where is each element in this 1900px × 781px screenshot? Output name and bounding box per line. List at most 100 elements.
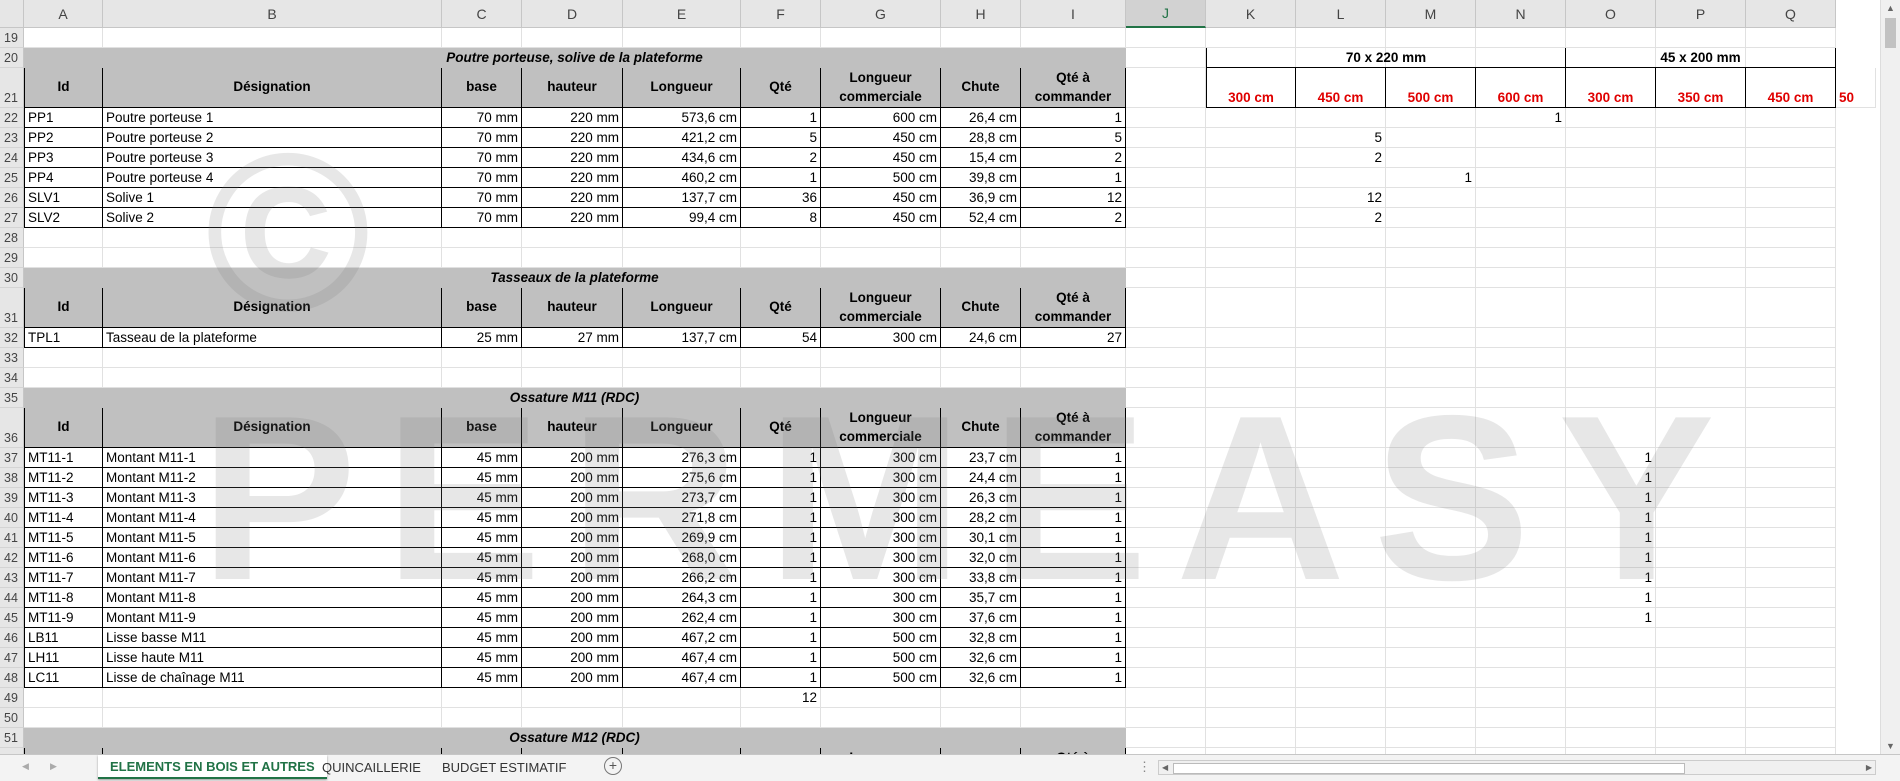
value-cell[interactable]: 573,6 cm	[623, 108, 741, 128]
empty-cell[interactable]	[1476, 208, 1566, 228]
column-header-j[interactable]: J	[1126, 0, 1206, 28]
header-qte_cmd[interactable]: Qté à commander	[1021, 408, 1126, 448]
value-cell[interactable]: 1	[1021, 448, 1126, 468]
value-cell[interactable]: 35,7 cm	[941, 588, 1021, 608]
header-longueur[interactable]: Longueur	[623, 68, 741, 108]
value-cell[interactable]: 1	[741, 568, 821, 588]
empty-cell[interactable]	[1476, 288, 1566, 328]
horizontal-scrollbar[interactable]: ◀ ▶	[1158, 760, 1876, 775]
value-cell[interactable]: 300 cm	[821, 568, 941, 588]
value-cell[interactable]: 45 mm	[442, 608, 522, 628]
row-header[interactable]: 35	[0, 388, 24, 408]
select-all-corner[interactable]	[0, 0, 24, 28]
value-cell[interactable]: 1	[741, 548, 821, 568]
row-id-cell[interactable]: MT11-2	[24, 468, 103, 488]
value-cell[interactable]: 99,4 cm	[623, 208, 741, 228]
empty-cell[interactable]	[1566, 728, 1656, 748]
designation-cell[interactable]: Lisse basse M11	[103, 628, 442, 648]
empty-cell[interactable]	[1206, 268, 1296, 288]
spreadsheet-grid[interactable]: ABCDEFGHIJKLMNOPQ 19 20 Poutre porteuse, s…	[0, 0, 1880, 754]
value-cell[interactable]: 262,4 cm	[623, 608, 741, 628]
empty-cell[interactable]	[1126, 488, 1206, 508]
value-cell[interactable]: 36	[741, 188, 821, 208]
row-id-cell[interactable]: PP4	[24, 168, 103, 188]
empty-cell[interactable]	[1656, 368, 1746, 388]
empty-cell[interactable]	[1206, 568, 1296, 588]
column-header-k[interactable]: K	[1206, 0, 1296, 28]
header-qte_cmd[interactable]: Qté à commander	[1021, 68, 1126, 108]
scroll-up-icon[interactable]: ▲	[1881, 0, 1900, 16]
value-cell[interactable]: 200 mm	[522, 608, 623, 628]
empty-cell[interactable]	[1386, 708, 1476, 728]
column-header-h[interactable]: H	[941, 0, 1021, 28]
empty-cell[interactable]	[1386, 128, 1476, 148]
empty-cell[interactable]	[1206, 368, 1296, 388]
empty-cell[interactable]	[103, 28, 442, 48]
section-title[interactable]: Tasseaux de la plateforme	[24, 268, 1126, 288]
empty-cell[interactable]	[1386, 248, 1476, 268]
empty-cell[interactable]	[741, 28, 821, 48]
empty-cell[interactable]	[1386, 188, 1476, 208]
row-header[interactable]: 49	[0, 688, 24, 708]
value-cell[interactable]: 220 mm	[522, 188, 623, 208]
quantity-cell-o[interactable]: 1	[1566, 448, 1656, 468]
column-header-g[interactable]: G	[821, 0, 941, 28]
empty-cell[interactable]	[1476, 588, 1566, 608]
row-header[interactable]: 36	[0, 408, 24, 448]
header-hauteur[interactable]: hauteur	[522, 68, 623, 108]
designation-cell[interactable]: Poutre porteuse 4	[103, 168, 442, 188]
empty-cell[interactable]	[1386, 448, 1476, 468]
empty-cell[interactable]	[1746, 168, 1836, 188]
empty-cell[interactable]	[941, 248, 1021, 268]
empty-cell[interactable]	[1476, 548, 1566, 568]
value-cell[interactable]: 45 mm	[442, 528, 522, 548]
row-id-cell[interactable]: LB11	[24, 628, 103, 648]
empty-cell[interactable]	[1126, 348, 1206, 368]
header-longueur_comm[interactable]: Longueur commerciale	[821, 408, 941, 448]
empty-cell[interactable]	[1746, 528, 1836, 548]
value-cell[interactable]: 28,2 cm	[941, 508, 1021, 528]
empty-cell[interactable]	[1126, 648, 1206, 668]
row-header[interactable]: 42	[0, 548, 24, 568]
empty-cell[interactable]	[1126, 148, 1206, 168]
value-cell[interactable]: 1	[1021, 608, 1126, 628]
value-cell[interactable]: 1	[1021, 588, 1126, 608]
value-cell[interactable]: 600 cm	[821, 108, 941, 128]
empty-cell[interactable]	[1126, 128, 1206, 148]
value-cell[interactable]: 200 mm	[522, 528, 623, 548]
empty-cell[interactable]	[1656, 328, 1746, 348]
empty-cell[interactable]	[1566, 628, 1656, 648]
empty-cell[interactable]	[1126, 368, 1206, 388]
quantity-cell-o[interactable]: 1	[1566, 488, 1656, 508]
row-header[interactable]: 47	[0, 648, 24, 668]
empty-cell[interactable]	[1386, 148, 1476, 168]
empty-cell[interactable]	[1126, 188, 1206, 208]
value-cell[interactable]: 70 mm	[442, 128, 522, 148]
row-id-cell[interactable]: SLV1	[24, 188, 103, 208]
empty-cell[interactable]	[1656, 128, 1746, 148]
header-designation[interactable]: Désignation	[103, 68, 442, 108]
empty-cell[interactable]	[1656, 568, 1746, 588]
section-title[interactable]: Ossature M11 (RDC)	[24, 388, 1126, 408]
empty-cell[interactable]	[1656, 708, 1746, 728]
empty-cell[interactable]	[1746, 28, 1836, 48]
empty-cell[interactable]	[1206, 528, 1296, 548]
sheet-tab-1[interactable]: QUINCAILLERIE	[310, 755, 433, 779]
quantity-cell-m[interactable]: 1	[1386, 168, 1476, 188]
empty-cell[interactable]	[1746, 448, 1836, 468]
empty-cell[interactable]	[1476, 408, 1566, 448]
value-cell[interactable]: 45 mm	[442, 568, 522, 588]
empty-cell[interactable]	[821, 248, 941, 268]
empty-cell[interactable]	[1296, 528, 1386, 548]
column-header-l[interactable]: L	[1296, 0, 1386, 28]
empty-cell[interactable]	[1296, 388, 1386, 408]
value-cell[interactable]: 300 cm	[821, 468, 941, 488]
empty-cell[interactable]	[1656, 648, 1746, 668]
empty-cell[interactable]	[1476, 28, 1566, 48]
designation-cell[interactable]: Poutre porteuse 3	[103, 148, 442, 168]
empty-cell[interactable]	[1656, 148, 1746, 168]
value-cell[interactable]: 1	[1021, 628, 1126, 648]
value-cell[interactable]: 70 mm	[442, 188, 522, 208]
header-longueur[interactable]: Longueur	[623, 408, 741, 448]
value-cell[interactable]: 1	[1021, 508, 1126, 528]
